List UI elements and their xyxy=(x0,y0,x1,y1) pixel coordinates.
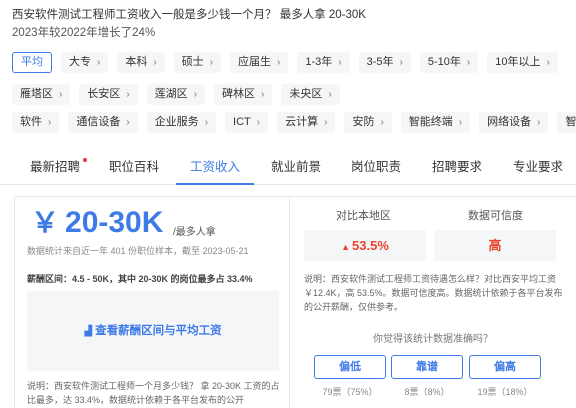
filter-chip-junior-college[interactable]: 大专 › xyxy=(61,52,109,73)
salary-note: /最多人拿 xyxy=(173,227,216,238)
chevron-right-icon: › xyxy=(48,117,52,128)
tab-salary[interactable]: 工资收入 xyxy=(176,150,254,185)
filter-chip-yanta[interactable]: 雁塔区 › xyxy=(12,84,71,105)
filter-chip-average[interactable]: 平均 xyxy=(12,52,52,73)
local-comparison-title: 对比本地区 xyxy=(336,210,391,222)
filter-chip-bachelor[interactable]: 本科 › xyxy=(117,52,165,73)
chevron-right-icon: › xyxy=(59,89,63,100)
chevron-right-icon: › xyxy=(338,57,342,68)
arrow-up-icon: ▲ xyxy=(341,242,351,252)
chevron-right-icon: › xyxy=(204,117,209,128)
tab-job-requirements[interactable]: 招聘要求 xyxy=(431,150,483,185)
salary-chart-placeholder[interactable]: ▟ 查看薪酬区间与平均工资 xyxy=(27,291,279,371)
filter-chip-enterprise-services[interactable]: 企业服务 › xyxy=(146,112,217,133)
chevron-right-icon: › xyxy=(97,57,101,68)
filter-chip-changan[interactable]: 长安区 › xyxy=(79,84,138,105)
section-tabs: 最新招聘 职位百科 工资收入 就业前景 岗位职责 招聘要求 专业要求 xyxy=(0,150,576,185)
tab-career-outlook[interactable]: 就业前景 xyxy=(270,150,322,185)
filter-chip-5-10-years[interactable]: 5-10年 › xyxy=(419,52,479,73)
growth-subtitle: 2023年较2022年增长了24% xyxy=(12,27,156,39)
chevron-right-icon: › xyxy=(537,117,541,128)
chevron-right-icon: › xyxy=(546,57,550,68)
comparison-panel: 对比本地区 数据可信度 ▲ 53.5% 高 说明：西安软件测试工程师工资待遇怎么样… xyxy=(290,196,576,408)
vote-high-count: 19票（18%） xyxy=(477,387,533,397)
bar-chart-icon: ▟ xyxy=(84,326,93,337)
vote-reliable-count: 8票（8%） xyxy=(404,387,450,397)
notification-dot xyxy=(83,158,87,162)
filter-chip-1-3-years[interactable]: 1-3年 › xyxy=(297,52,350,73)
experience-filter-row: 平均 大专 › 本科 › 硕士 › 应届生 › 1-3年 › 3-5年 › 5-10年 › 1… xyxy=(12,52,558,73)
chevron-right-icon: › xyxy=(277,57,281,68)
salary-distribution: 薪酬区间：4.5 - 50K，其中 20-30K 的岗位最多占 33.4% xyxy=(27,274,253,284)
filter-chip-graduate[interactable]: 应届生 › xyxy=(230,52,289,73)
salary-panel: ￥ 20-30K /最多人拿 数据统计来自近一年 401 份职位样本，截至 202… xyxy=(14,196,290,408)
filter-chip-software[interactable]: 软件 › xyxy=(12,112,60,133)
page-title: 西安软件测试工程师工资收入一般是多少钱一个月？ 最多人拿 20-30K xyxy=(12,9,366,21)
accuracy-question: 你觉得该统计数据准确吗？ xyxy=(373,334,493,345)
chevron-right-icon: › xyxy=(380,117,384,128)
filter-chip-10-plus-years[interactable]: 10年以上 › xyxy=(487,52,558,73)
industry-filter-row: 软件 › 通信设备 › 企业服务 › ICT › 云计算 › 安防 › 智能终端 › 网络设备… xyxy=(12,112,576,133)
salary-description: 说明：西安软件测试工程师一个月多少钱？ 拿 20-30K 工资的占比最多，达 3… xyxy=(27,381,280,405)
chevron-right-icon: › xyxy=(458,117,463,128)
data-reliability-title: 数据可信度 xyxy=(468,210,523,222)
filter-chip-smart-terminal[interactable]: 智能终端 › xyxy=(400,112,471,133)
filter-chip-telecom-equipment[interactable]: 通信设备 › xyxy=(68,112,138,133)
chevron-right-icon: › xyxy=(324,117,328,128)
chevron-right-icon: › xyxy=(256,117,261,128)
vote-low-button[interactable]: 偏低 xyxy=(314,355,386,379)
filter-chip-network-equipment[interactable]: 网络设备 › xyxy=(479,112,549,133)
vote-high-button[interactable]: 偏高 xyxy=(469,355,541,379)
chevron-right-icon: › xyxy=(126,117,130,128)
chevron-right-icon: › xyxy=(261,89,265,100)
filter-chip-cloud-computing[interactable]: 云计算 › xyxy=(277,112,336,133)
chevron-right-icon: › xyxy=(193,89,198,100)
chevron-right-icon: › xyxy=(328,89,332,100)
filter-chip-security[interactable]: 安防 › xyxy=(344,112,392,133)
chevron-right-icon: › xyxy=(153,57,157,68)
chevron-right-icon: › xyxy=(209,57,214,68)
chevron-right-icon: › xyxy=(126,89,130,100)
salary-value: ￥ 20-30K xyxy=(31,206,164,239)
vote-reliable-button[interactable]: 靠谱 xyxy=(391,355,463,379)
filter-chip-more-industry[interactable]: 智 xyxy=(557,112,576,133)
filter-chip-lianhu[interactable]: 莲湖区 › xyxy=(146,84,206,105)
filter-chip-ict[interactable]: ICT › xyxy=(225,112,269,133)
tab-latest-jobs[interactable]: 最新招聘 xyxy=(28,150,87,185)
view-salary-chart-link[interactable]: ▟ 查看薪酬区间与平均工资 xyxy=(27,322,279,338)
sample-statistic: 数据统计来自近一年 401 份职位样本，截至 2023-05-21 xyxy=(27,246,249,256)
tab-job-encyclopedia[interactable]: 职位百科 xyxy=(108,150,160,185)
district-filter-row: 雁塔区 › 长安区 › 莲湖区 › 碑林区 › 未央区 › xyxy=(12,84,340,105)
filter-chip-master[interactable]: 硕士 › xyxy=(173,52,222,73)
local-comparison-value: ▲ 53.5% xyxy=(304,230,426,261)
filter-chip-3-5-years[interactable]: 3-5年 › xyxy=(358,52,411,73)
tab-job-duties[interactable]: 岗位职责 xyxy=(350,150,402,185)
filter-chip-beilin[interactable]: 碑林区 › xyxy=(214,84,273,105)
filter-chip-weiyang[interactable]: 未央区 › xyxy=(281,84,340,105)
chevron-right-icon: › xyxy=(466,57,471,68)
tab-major-requirements[interactable]: 专业要求 xyxy=(512,150,564,185)
chevron-right-icon: › xyxy=(399,57,403,68)
comparison-description: 说明：西安软件测试工程师工资待遇怎么样？对比西安平均工资 ￥12.4K，高 53… xyxy=(304,274,563,312)
data-reliability-value: 高 xyxy=(434,230,556,261)
